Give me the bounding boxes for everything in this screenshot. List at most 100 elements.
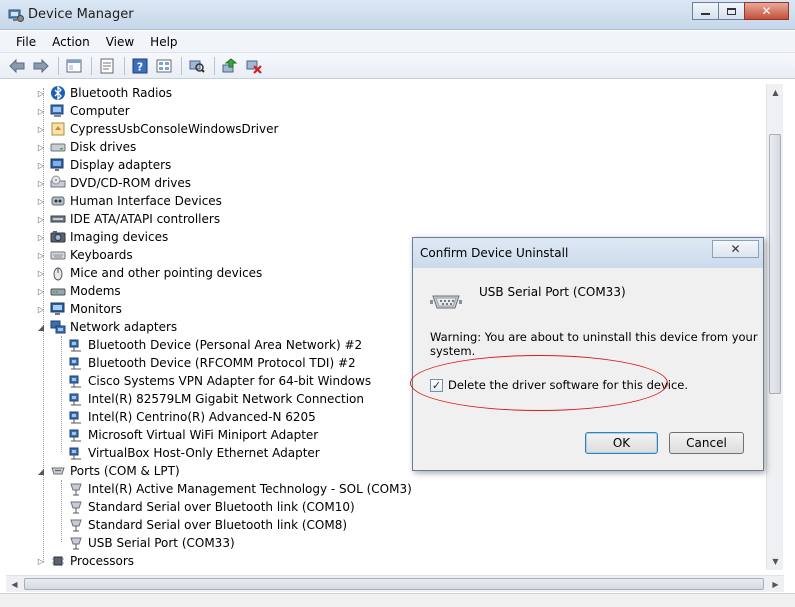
scroll-right-arrow-icon[interactable]: ▶	[767, 576, 784, 593]
scan-hardware-icon	[189, 60, 205, 73]
expand-arrow-icon[interactable]: ▷	[36, 142, 46, 152]
expand-arrow-icon[interactable]: ▷	[36, 250, 46, 260]
tree-device[interactable]: Microsoft Virtual WiFi Miniport Adapter	[68, 426, 318, 444]
tree-device[interactable]: VirtualBox Host-Only Ethernet Adapter	[68, 444, 320, 462]
view-button[interactable]	[153, 56, 175, 76]
delete-driver-label[interactable]: Delete the driver software for this devi…	[448, 378, 688, 392]
tree-item-label: Standard Serial over Bluetooth link (COM…	[88, 500, 355, 514]
help-button[interactable]: ?	[129, 56, 151, 76]
camera-icon	[50, 229, 66, 245]
expand-arrow-icon[interactable]: ▷	[36, 304, 46, 314]
tree-category[interactable]: ▷ Display adapters	[36, 156, 171, 174]
tree-category[interactable]: ▷ Modems	[36, 282, 121, 300]
expand-arrow-icon[interactable]: ▷	[36, 556, 46, 566]
uninstall-button[interactable]	[243, 56, 265, 76]
horizontal-scrollbar[interactable]: ◀ ▶	[6, 575, 784, 592]
tree-device[interactable]: Bluetooth Device (Personal Area Network)…	[68, 336, 362, 354]
horizontal-scroll-thumb[interactable]	[24, 578, 764, 590]
expand-arrow-icon[interactable]: ▷	[36, 124, 46, 134]
hid-icon	[50, 193, 66, 209]
tree-device[interactable]: Intel(R) 82579LM Gigabit Network Connect…	[68, 390, 364, 408]
forward-button[interactable]	[30, 56, 52, 76]
maximize-icon	[727, 7, 736, 15]
toolbar-separator	[124, 56, 125, 75]
tree-category[interactable]: ▷ Keyboards	[36, 246, 133, 264]
tree-category[interactable]: ▷ IDE ATA/ATAPI controllers	[36, 210, 220, 228]
disk-drive-icon	[50, 139, 66, 155]
tree-category[interactable]: ▷ DVD/CD-ROM drives	[36, 174, 191, 192]
scroll-up-arrow-icon[interactable]: ▲	[767, 84, 784, 101]
expand-arrow-icon[interactable]: ▷	[36, 286, 46, 296]
tree-item-label: Imaging devices	[70, 230, 169, 244]
tree-category[interactable]: ▷ Bluetooth Radios	[36, 84, 172, 102]
checkmark-icon: ✓	[431, 378, 442, 392]
tree-category[interactable]: ▷ Mice and other pointing devices	[36, 264, 262, 282]
tree-device[interactable]: Intel(R) Centrino(R) Advanced-N 6205	[68, 408, 316, 426]
tree-category[interactable]: ▷ Monitors	[36, 300, 122, 318]
menu-help[interactable]: Help	[142, 35, 185, 49]
tree-device[interactable]: Cisco Systems VPN Adapter for 64-bit Win…	[68, 372, 371, 390]
delete-driver-option[interactable]: ✓ Delete the driver software for this de…	[430, 378, 688, 392]
expand-arrow-icon[interactable]: ▷	[36, 196, 46, 206]
tree-item-label: Human Interface Devices	[70, 194, 222, 208]
menu-file[interactable]: File	[8, 35, 44, 49]
help-icon: ?	[132, 58, 148, 73]
console-tree-icon	[66, 59, 82, 72]
tree-item-label: Processors	[70, 554, 135, 568]
expand-arrow-icon[interactable]: ▷	[36, 214, 46, 224]
status-bar	[0, 593, 795, 607]
cancel-button[interactable]: Cancel	[669, 432, 744, 454]
tree-category-network-adapters[interactable]: ◢ Network adapters	[36, 318, 177, 336]
svg-text:?: ?	[137, 60, 143, 73]
serial-port-icon	[68, 517, 84, 533]
tree-item-label: CypressUsbConsoleWindowsDriver	[70, 122, 279, 136]
display-adapter-icon	[50, 157, 66, 173]
tree-category-ports[interactable]: ◢ Ports (COM & LPT)	[36, 462, 180, 480]
expand-arrow-icon[interactable]: ▷	[36, 160, 46, 170]
tree-category[interactable]: ▷ Imaging devices	[36, 228, 168, 246]
close-button[interactable]: ✕	[744, 2, 789, 20]
delete-driver-checkbox[interactable]: ✓	[430, 378, 443, 392]
scroll-left-arrow-icon[interactable]: ◀	[6, 576, 23, 593]
ok-button[interactable]: OK	[585, 432, 658, 454]
tree-category[interactable]: ▷ Disk drives	[36, 138, 136, 156]
expand-arrow-icon[interactable]: ▷	[36, 268, 46, 278]
scroll-down-arrow-icon[interactable]: ▼	[767, 553, 784, 570]
collapse-arrow-icon[interactable]: ◢	[36, 466, 46, 476]
expand-arrow-icon[interactable]: ▷	[36, 232, 46, 242]
ide-controller-icon	[50, 211, 66, 227]
update-driver-button[interactable]	[219, 56, 241, 76]
menu-view[interactable]: View	[98, 35, 142, 49]
vertical-scrollbar[interactable]: ▲ ▼	[766, 84, 783, 570]
dvd-drive-icon	[50, 175, 66, 191]
menu-action[interactable]: Action	[44, 35, 98, 49]
tree-device[interactable]: USB Serial Port (COM33)	[68, 534, 235, 552]
minimize-button[interactable]	[692, 2, 719, 20]
back-icon	[9, 58, 25, 73]
serial-port-icon	[430, 295, 462, 309]
tree-category[interactable]: ▷ Computer	[36, 102, 130, 120]
mouse-icon	[50, 265, 66, 281]
tree-device[interactable]: Intel(R) Active Management Technology - …	[68, 480, 412, 498]
properties-button[interactable]	[96, 56, 118, 76]
dialog-close-button[interactable]: ✕	[712, 240, 759, 258]
tree-category-processors[interactable]: ▷ Processors	[36, 552, 134, 570]
scan-hardware-button[interactable]	[186, 56, 208, 76]
maximize-button[interactable]	[718, 2, 745, 20]
monitor-icon	[50, 301, 66, 317]
collapse-arrow-icon[interactable]: ◢	[36, 322, 46, 332]
expand-arrow-icon[interactable]: ▷	[36, 106, 46, 116]
back-button[interactable]	[6, 56, 28, 76]
tree-device[interactable]: Standard Serial over Bluetooth link (COM…	[68, 516, 347, 534]
dialog-warning-text: Warning: You are about to uninstall this…	[430, 330, 758, 358]
tree-category[interactable]: ▷ CypressUsbConsoleWindowsDriver	[36, 120, 279, 138]
expand-arrow-icon[interactable]: ▷	[36, 88, 46, 98]
tree-device[interactable]: Bluetooth Device (RFCOMM Protocol TDI) #…	[68, 354, 356, 372]
tree-category[interactable]: ▷ Human Interface Devices	[36, 192, 222, 210]
network-adapter-icon	[68, 445, 84, 461]
vertical-scroll-thumb[interactable]	[769, 134, 781, 394]
tree-device[interactable]: Standard Serial over Bluetooth link (COM…	[68, 498, 355, 516]
tree-item-label: Cisco Systems VPN Adapter for 64-bit Win…	[88, 374, 372, 388]
console-tree-button[interactable]	[63, 56, 85, 76]
expand-arrow-icon[interactable]: ▷	[36, 178, 46, 188]
